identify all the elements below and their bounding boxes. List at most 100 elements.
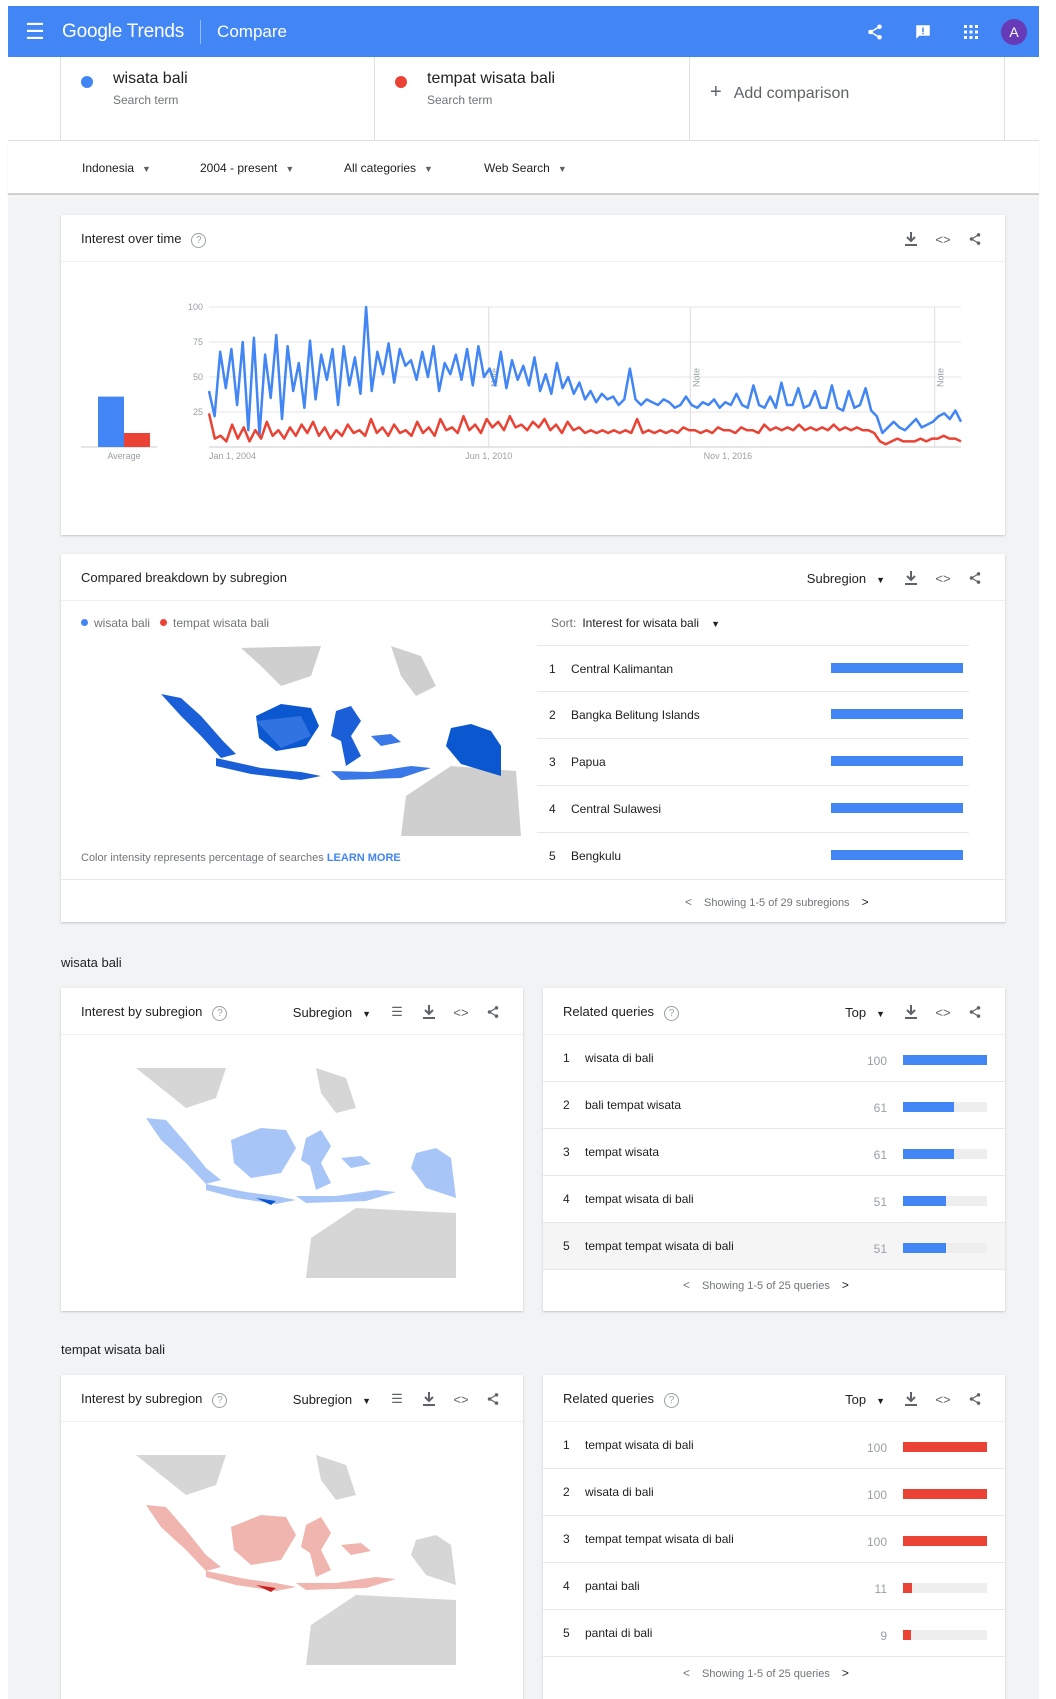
chevron-down-icon: ▼ <box>362 1395 371 1406</box>
chevron-down-icon: ▼ <box>876 1395 885 1406</box>
help-icon[interactable]: ? <box>664 1393 680 1408</box>
share-icon[interactable] <box>477 1389 509 1409</box>
subregion-dropdown[interactable]: Subregion ▼ <box>293 1392 371 1407</box>
card-title: Interest by subregion? <box>81 1004 228 1021</box>
list-item[interactable]: 2 Bangka Belitung Islands <box>537 692 969 739</box>
chevron-left-icon[interactable]: < <box>683 1666 690 1680</box>
card-header: Related queries? Top ▼ <> <box>543 988 1005 1035</box>
query-row[interactable]: 1 wisata di bali 100 <box>543 1035 1005 1082</box>
pagination-text: Showing 1-5 of 29 subregions <box>704 897 850 909</box>
term-card-wisata-bali[interactable]: wisata bali Search term <box>60 57 375 141</box>
chevron-left-icon[interactable]: < <box>683 1278 690 1292</box>
time-filter[interactable]: 2004 - present ▼ <box>200 161 294 175</box>
query-value: 61 <box>873 1101 887 1115</box>
download-icon[interactable] <box>895 568 927 588</box>
term-color-dot <box>81 76 93 88</box>
category-filter[interactable]: All categories ▼ <box>344 161 433 175</box>
term-card-tempat-wisata-bali[interactable]: tempat wisata bali Search term <box>375 57 690 141</box>
list-view-icon[interactable]: ☰ <box>381 1389 413 1409</box>
menu-icon[interactable]: ☰ <box>8 6 62 57</box>
compared-breakdown-card: Compared breakdown by subregion Subregio… <box>61 554 1005 922</box>
share-icon[interactable] <box>959 568 991 588</box>
list-item[interactable]: 5 Bengkulu <box>537 833 969 880</box>
section-label-tempat-wisata-bali: tempat wisata bali <box>61 1342 166 1357</box>
subregion-dropdown[interactable]: Subregion ▼ <box>807 571 885 586</box>
share-icon[interactable] <box>959 1002 991 1022</box>
download-icon[interactable] <box>895 1002 927 1022</box>
embed-icon[interactable]: <> <box>927 568 959 588</box>
subregion-map-wisata[interactable] <box>126 1068 466 1283</box>
region-filter[interactable]: Indonesia ▼ <box>82 161 151 175</box>
app-logo[interactable]: Google Trends <box>62 21 184 43</box>
query-rank: 3 <box>563 1145 570 1159</box>
search-terms-bar: wisata bali Search term tempat wisata ba… <box>8 57 1039 141</box>
feedback-icon[interactable] <box>899 6 947 57</box>
download-icon[interactable] <box>413 1002 445 1022</box>
subregion-dropdown-label: Subregion <box>292 1004 353 1020</box>
share-icon[interactable] <box>959 1389 991 1409</box>
download-icon[interactable] <box>895 1389 927 1409</box>
divider <box>61 879 1005 880</box>
content-area: Interest over time? <> 100 75 50 25 Note Note… <box>8 197 1039 1699</box>
learn-more-link[interactable]: LEARN MORE <box>327 852 401 864</box>
subregion-map-tempat[interactable] <box>126 1455 466 1670</box>
chevron-right-icon[interactable]: > <box>862 895 869 909</box>
help-icon[interactable]: ? <box>664 1006 680 1021</box>
download-icon[interactable] <box>895 229 927 249</box>
query-row[interactable]: 2 bali tempat wisata 61 <box>543 1082 1005 1129</box>
query-row[interactable]: 5 tempat tempat wisata di bali 51 <box>543 1223 1005 1270</box>
query-row[interactable]: 5 pantai di bali 9 <box>543 1610 1005 1657</box>
chevron-left-icon[interactable]: < <box>685 895 692 909</box>
share-icon[interactable] <box>959 229 991 249</box>
embed-icon[interactable]: <> <box>445 1002 477 1022</box>
row-bar <box>831 709 963 719</box>
query-text: bali tempat wisata <box>585 1098 682 1112</box>
filter-bar: Indonesia ▼ 2004 - present ▼ All categorie… <box>8 141 1039 195</box>
embed-icon[interactable]: <> <box>927 1002 959 1022</box>
top-dropdown[interactable]: Top ▼ <box>845 1392 885 1407</box>
query-bar-track <box>903 1536 987 1546</box>
embed-icon[interactable]: <> <box>927 229 959 249</box>
note-label: Note <box>691 368 701 387</box>
list-item[interactable]: 3 Papua <box>537 739 969 786</box>
query-row[interactable]: 3 tempat wisata 61 <box>543 1129 1005 1176</box>
sort-control[interactable]: Sort: Interest for wisata bali ▼ <box>551 616 720 630</box>
list-view-icon[interactable]: ☰ <box>381 1002 413 1022</box>
add-comparison-button[interactable]: + Add comparison <box>710 81 849 104</box>
query-rank: 4 <box>563 1579 570 1593</box>
list-item[interactable]: 1 Central Kalimantan <box>537 645 969 692</box>
add-comparison-card[interactable]: + Add comparison <box>690 57 1005 141</box>
legend-label: wisata bali <box>94 616 151 630</box>
query-value: 61 <box>873 1148 887 1162</box>
average-label: Average <box>107 451 140 461</box>
list-item[interactable]: 4 Central Sulawesi <box>537 786 969 833</box>
query-row[interactable]: 1 tempat wisata di bali 100 <box>543 1422 1005 1469</box>
help-icon[interactable]: ? <box>212 1393 228 1408</box>
query-row[interactable]: 2 wisata di bali 100 <box>543 1469 1005 1516</box>
pagination-text: Showing 1-5 of 25 queries <box>702 1668 830 1680</box>
pagination: < Showing 1-5 of 25 queries > <box>671 1278 861 1292</box>
top-dropdown[interactable]: Top ▼ <box>845 1005 885 1020</box>
share-icon[interactable] <box>851 6 899 57</box>
avatar[interactable]: A <box>1001 18 1027 45</box>
embed-icon[interactable]: <> <box>445 1389 477 1409</box>
query-row[interactable]: 3 tempat tempat wisata di bali 100 <box>543 1516 1005 1563</box>
card-header: Interest by subregion? Subregion ▼ ☰ <> <box>61 1375 523 1422</box>
query-row[interactable]: 4 tempat wisata di bali 51 <box>543 1176 1005 1223</box>
chevron-right-icon[interactable]: > <box>842 1666 849 1680</box>
card-header: Related queries? Top ▼ <> <box>543 1375 1005 1422</box>
download-icon[interactable] <box>413 1389 445 1409</box>
share-icon[interactable] <box>477 1002 509 1022</box>
subregion-dropdown[interactable]: Subregion ▼ <box>293 1005 371 1020</box>
help-icon[interactable]: ? <box>212 1006 228 1021</box>
property-filter[interactable]: Web Search ▼ <box>484 161 567 175</box>
chevron-right-icon[interactable]: > <box>842 1278 849 1292</box>
help-icon[interactable]: ? <box>191 233 207 248</box>
compared-map[interactable] <box>161 646 521 841</box>
apps-grid-icon[interactable] <box>947 6 995 57</box>
row-name: Central Kalimantan <box>571 662 674 676</box>
row-bar <box>831 663 963 673</box>
row-name: Papua <box>571 755 606 769</box>
embed-icon[interactable]: <> <box>927 1389 959 1409</box>
query-row[interactable]: 4 pantai bali 11 <box>543 1563 1005 1610</box>
